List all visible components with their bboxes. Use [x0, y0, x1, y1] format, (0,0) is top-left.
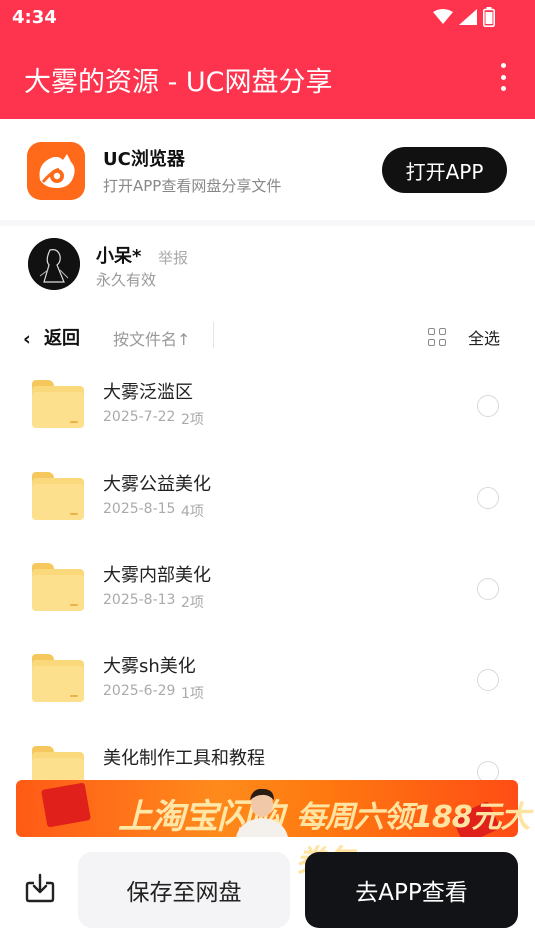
share-validity: 永久有效: [96, 271, 157, 289]
select-radio[interactable]: [477, 395, 499, 417]
avatar[interactable]: [28, 238, 80, 290]
list-item[interactable]: 大雾泛滥区 2025-7-22 2项: [0, 366, 535, 446]
report-link[interactable]: 举报: [158, 247, 188, 268]
open-app-button[interactable]: 打开APP: [382, 147, 507, 193]
uc-browser-logo: [27, 142, 85, 200]
download-icon[interactable]: [24, 872, 56, 904]
select-radio[interactable]: [477, 487, 499, 509]
file-name: 大雾公益美化: [103, 474, 211, 495]
battery-icon: [483, 7, 495, 27]
select-radio[interactable]: [477, 578, 499, 600]
file-date: 2025-8-13: [103, 592, 176, 608]
grid-view-icon[interactable]: [428, 328, 446, 346]
sort-by-name-button[interactable]: 按文件名↑: [113, 326, 190, 350]
folder-icon: [32, 654, 84, 702]
list-item[interactable]: 大雾sh美化 2025-6-29 1项: [0, 640, 535, 720]
save-to-drive-button[interactable]: 保存至网盘: [78, 852, 290, 928]
select-all-button[interactable]: 全选: [468, 325, 500, 349]
section-divider: [0, 220, 535, 226]
back-chevron-icon[interactable]: ‹: [23, 328, 31, 350]
file-date: 2025-7-22: [103, 409, 176, 425]
file-date: 2025-6-29: [103, 683, 176, 699]
file-name: 大雾sh美化: [103, 656, 196, 677]
app-description: 打开APP查看网盘分享文件: [103, 177, 282, 195]
folder-icon: [32, 563, 84, 611]
file-count: 2项: [181, 595, 204, 611]
file-count: 4项: [181, 504, 204, 520]
ad-person-image: [232, 784, 292, 837]
page-title: 大雾的资源 - UC网盘分享: [24, 67, 333, 98]
app-name: UC浏览器: [103, 149, 185, 170]
file-name: 大雾内部美化: [103, 565, 211, 586]
select-radio[interactable]: [477, 669, 499, 691]
file-date: 2025-8-15: [103, 501, 176, 517]
list-item[interactable]: 大雾内部美化 2025-8-13 2项: [0, 549, 535, 629]
toolbar-divider: [213, 322, 214, 348]
status-icons: [433, 7, 495, 27]
file-name: 美化制作工具和教程: [103, 748, 265, 769]
status-time: 4:34: [12, 7, 57, 28]
file-name: 大雾泛滥区: [103, 382, 193, 403]
file-count: 1项: [181, 686, 204, 702]
open-in-app-button[interactable]: 去APP查看: [305, 852, 518, 928]
signal-icon: [459, 9, 477, 25]
list-item[interactable]: 大雾公益美化 2025-8-15 4项: [0, 458, 535, 538]
folder-icon: [32, 380, 84, 428]
file-count: 2项: [181, 412, 204, 428]
wifi-icon: [433, 9, 453, 24]
sharer-name: 小呆*: [96, 246, 142, 267]
more-icon[interactable]: [493, 63, 513, 91]
back-button[interactable]: 返回: [44, 324, 80, 350]
folder-icon: [32, 472, 84, 520]
